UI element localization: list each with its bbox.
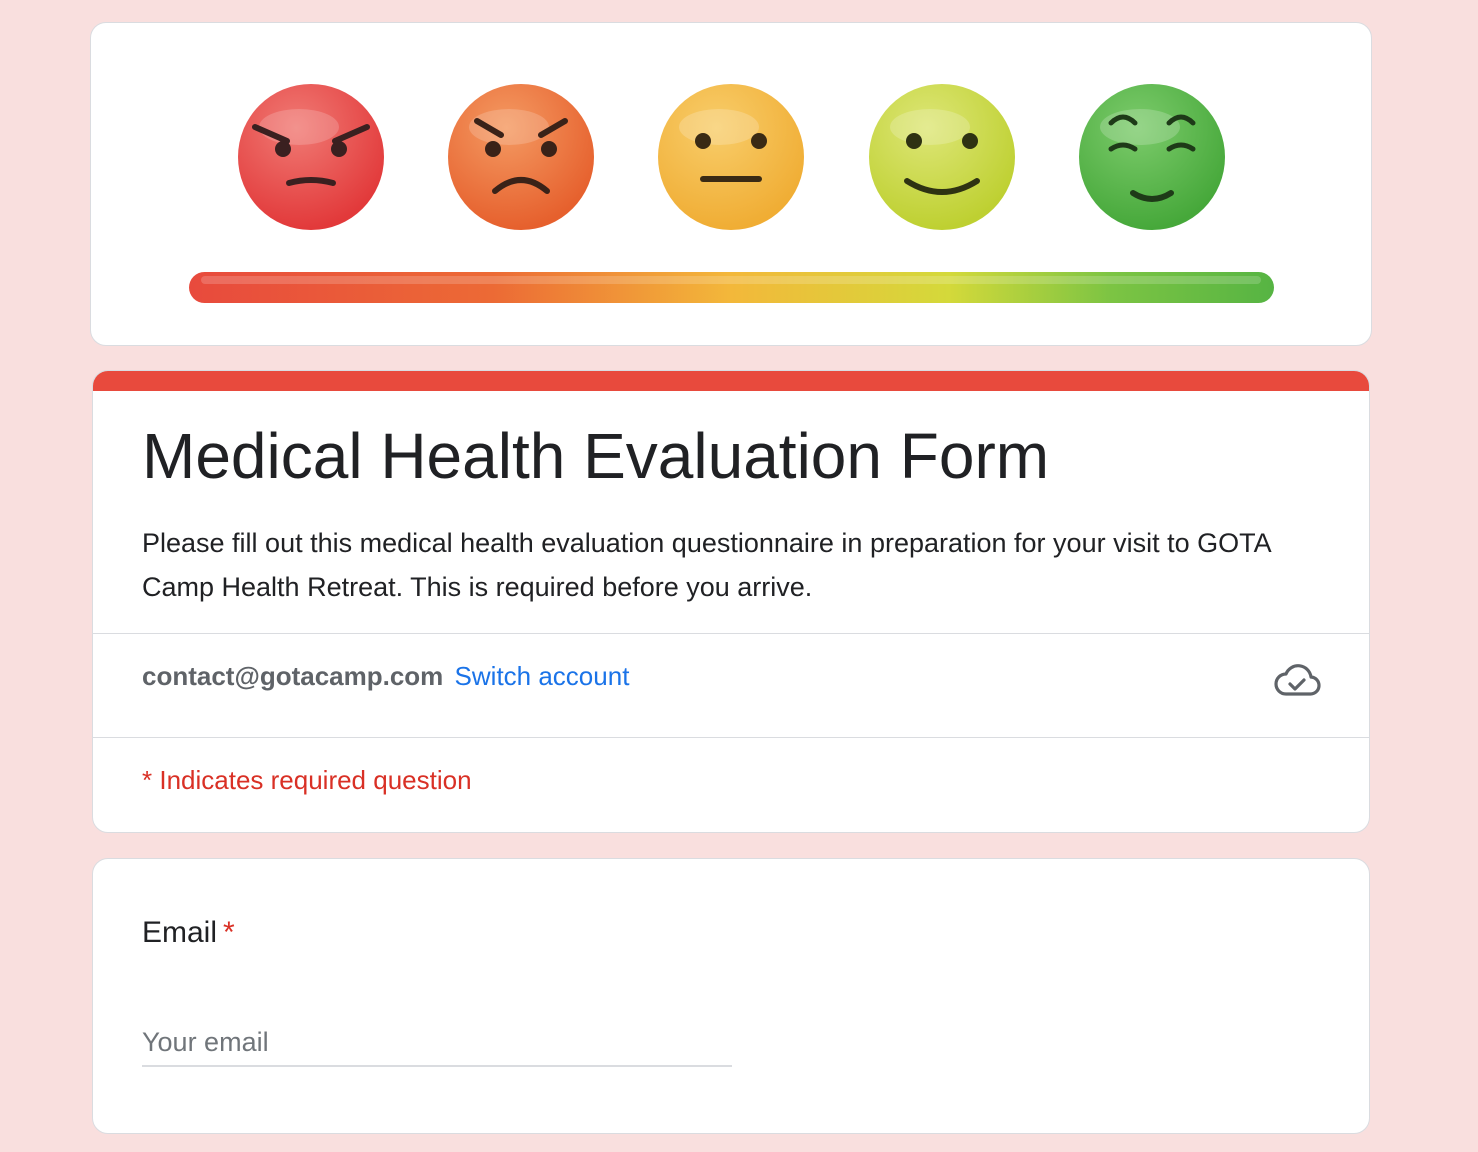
divider xyxy=(93,633,1369,634)
divider xyxy=(93,737,1369,738)
cloud-check-icon xyxy=(1274,664,1321,696)
rating-scale-bar xyxy=(189,272,1274,303)
frowning-face-icon xyxy=(448,84,594,230)
account-email: contact@gotacamp.com xyxy=(142,661,444,691)
angry-face-icon xyxy=(238,84,384,230)
rating-scale-illustration xyxy=(189,84,1274,303)
form-title: Medical Health Evaluation Form xyxy=(142,420,1050,492)
account-row: contact@gotacamp.com Switch account xyxy=(142,659,629,693)
question-title: Email xyxy=(142,916,218,949)
form-title-card: Medical Health Evaluation Form Please fi… xyxy=(92,370,1370,833)
content-face-icon xyxy=(1079,84,1225,230)
switch-account-link[interactable]: Switch account xyxy=(455,661,630,691)
question-label: Email * xyxy=(142,913,235,953)
question-card-email: Email * xyxy=(92,858,1370,1134)
title-accent-bar xyxy=(93,371,1369,391)
required-question-note: * Indicates required question xyxy=(142,765,472,795)
smiling-face-icon xyxy=(869,84,1015,230)
neutral-face-icon xyxy=(658,84,804,230)
required-asterisk: * xyxy=(223,916,235,949)
header-banner xyxy=(90,22,1372,346)
email-input[interactable] xyxy=(142,1019,732,1067)
form-description: Please fill out this medical health eval… xyxy=(142,528,1271,602)
